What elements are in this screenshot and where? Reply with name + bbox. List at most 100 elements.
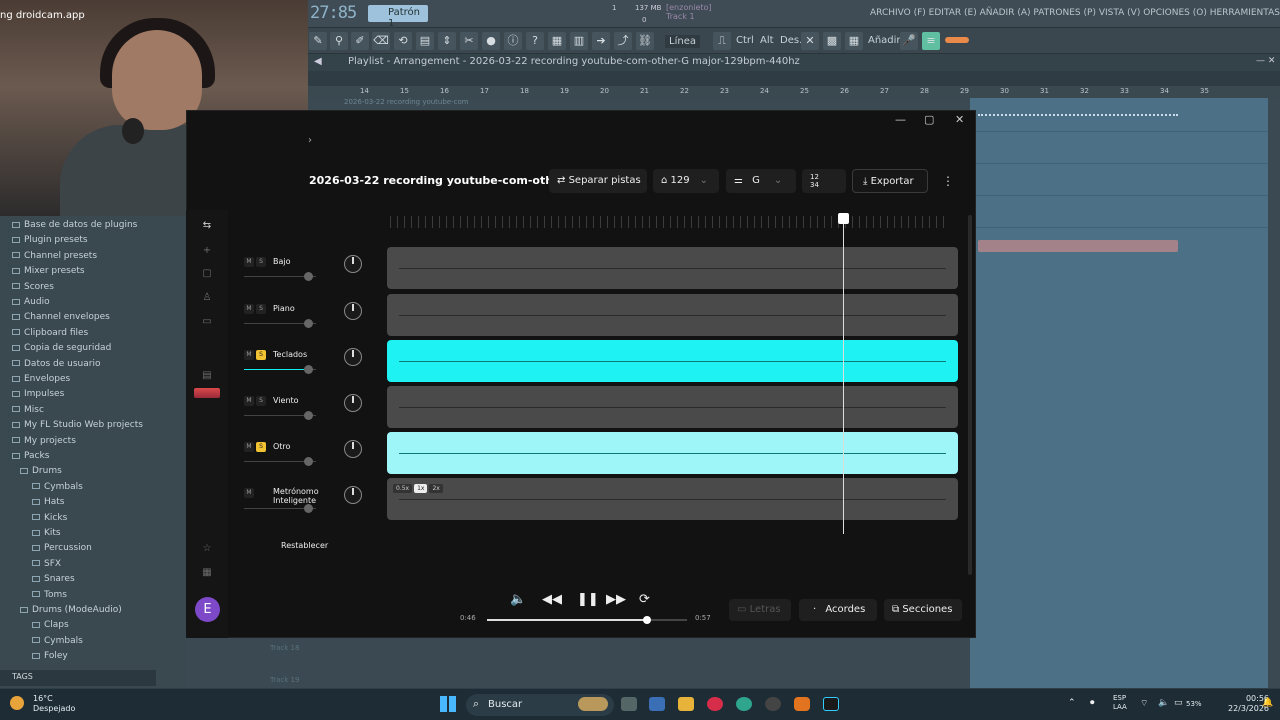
volume-slider-thumb[interactable] xyxy=(304,457,313,466)
expand-chevron-icon[interactable]: › xyxy=(308,135,312,146)
browser-item[interactable]: Scores xyxy=(12,282,54,297)
track-lane[interactable] xyxy=(970,204,1268,228)
add-button[interactable]: Añadir xyxy=(868,35,901,46)
track-lane[interactable] xyxy=(970,172,1268,196)
mute-button[interactable]: M xyxy=(244,442,254,452)
doc-icon[interactable]: ▤ xyxy=(199,370,215,384)
tray-chevron-icon[interactable]: ⌃ xyxy=(1068,698,1076,708)
browser-item[interactable]: Mixer presets xyxy=(12,266,85,281)
task-view-icon[interactable] xyxy=(621,697,637,711)
track-waveform-lane[interactable] xyxy=(387,386,958,428)
export-button[interactable]: ⤓ Exportar xyxy=(852,169,928,193)
pattern-selector[interactable]: Patrón 1 xyxy=(368,5,428,29)
stem-app-icon[interactable] xyxy=(823,697,839,711)
fast-forward-icon[interactable]: ▶▶ xyxy=(606,592,626,607)
fl-studio-icon[interactable] xyxy=(794,697,810,711)
volume-slider-thumb[interactable] xyxy=(304,504,313,513)
audio-clip[interactable] xyxy=(978,114,1178,124)
browser-item[interactable]: Copia de seguridad xyxy=(12,343,111,358)
search-highlight-icon[interactable] xyxy=(578,697,608,711)
volume-slider-thumb[interactable] xyxy=(304,272,313,281)
time-signature-selector[interactable]: 12 34 xyxy=(802,169,846,193)
weather-widget[interactable]: 16°C Despejado xyxy=(33,694,75,714)
line-mode-select[interactable]: Línea xyxy=(665,35,700,48)
solo-button[interactable]: S xyxy=(256,350,266,360)
volume-slider[interactable] xyxy=(244,411,316,420)
alt-toggle[interactable]: Alt xyxy=(760,35,774,46)
volume-slider[interactable] xyxy=(244,504,316,513)
volume-slider-thumb[interactable] xyxy=(304,365,313,374)
browser-item[interactable]: Drums xyxy=(20,466,62,481)
browser-item[interactable]: Datos de usuario xyxy=(12,359,100,374)
tool-icon-15[interactable]: ⤴ xyxy=(614,32,632,50)
browser-item[interactable]: Impulses xyxy=(12,389,64,404)
tool-icon-9[interactable]: ● xyxy=(482,32,500,50)
tool-icon-5[interactable]: ⟲ xyxy=(394,32,412,50)
browser-item[interactable]: Audio xyxy=(12,297,50,312)
solo-button[interactable]: S xyxy=(256,304,266,314)
tool-icon-1[interactable]: ✎ xyxy=(309,32,327,50)
speaker-icon[interactable]: ◀ xyxy=(314,56,322,67)
grid2-icon[interactable]: ▦ xyxy=(845,32,863,50)
app-icon-red[interactable] xyxy=(707,697,723,711)
browser-item[interactable]: Envelopes xyxy=(12,374,70,389)
solo-button[interactable]: S xyxy=(256,442,266,452)
browser-item[interactable]: Packs xyxy=(12,451,49,466)
main-menu[interactable]: ARCHIVO (F) EDITAR (E) AÑADIR (A) PATRON… xyxy=(870,8,1280,18)
mixer-icon[interactable]: ≡ xyxy=(922,32,940,50)
app-icon-gray[interactable] xyxy=(765,697,781,711)
solo-button[interactable]: S xyxy=(256,257,266,267)
track-waveform-lane[interactable] xyxy=(387,247,958,289)
tool-icon-7[interactable]: ⇕ xyxy=(438,32,456,50)
volume-slider[interactable] xyxy=(244,457,316,466)
scrollbar[interactable] xyxy=(968,215,972,575)
playhead-handle[interactable] xyxy=(838,213,849,224)
tool-icon-10[interactable]: ⓘ xyxy=(504,32,522,50)
browser-item[interactable]: Toms xyxy=(32,590,67,605)
mute-button[interactable]: M xyxy=(244,257,254,267)
browser-item[interactable]: Percussion xyxy=(32,543,92,558)
pause-icon[interactable]: ❚❚ xyxy=(577,592,599,607)
speed-selector[interactable]: 0.5x 1x 2x xyxy=(393,484,445,493)
language-indicator[interactable]: ESP LAA xyxy=(1113,694,1127,712)
minimize-icon[interactable]: — xyxy=(895,113,906,126)
volume-slider-thumb[interactable] xyxy=(304,319,313,328)
browser-item[interactable]: Kits xyxy=(32,528,61,543)
browser-item[interactable]: Plugin presets xyxy=(12,235,88,250)
volume-tray-icon[interactable]: 🔈 xyxy=(1158,698,1169,708)
tool-icon-11[interactable]: ? xyxy=(526,32,544,50)
track-waveform-lane[interactable] xyxy=(387,294,958,336)
browser-item[interactable]: Hats xyxy=(32,497,65,512)
file-explorer-icon[interactable] xyxy=(678,697,694,711)
timeline-overview[interactable] xyxy=(390,212,955,230)
notification-icon[interactable]: 🔔 xyxy=(1262,698,1273,708)
browser-item[interactable]: Claps xyxy=(32,620,69,635)
mute-button[interactable]: M xyxy=(244,488,254,498)
solo-button[interactable]: S xyxy=(256,396,266,406)
browser-item[interactable]: My projects xyxy=(12,436,76,451)
tool-icon-8[interactable]: ✂ xyxy=(460,32,478,50)
tool-icon-14[interactable]: ➔ xyxy=(592,32,610,50)
lyrics-button[interactable]: ▭ Letras xyxy=(729,599,791,621)
pan-knob[interactable] xyxy=(344,348,362,366)
wifi-icon[interactable]: ⌔ xyxy=(1140,698,1148,709)
browser-item[interactable]: My FL Studio Web projects xyxy=(12,420,143,435)
maximize-icon[interactable]: ▢ xyxy=(924,113,934,126)
volume-slider[interactable] xyxy=(244,365,316,374)
browser-item[interactable]: Kicks xyxy=(32,513,67,528)
windows-start-icon[interactable] xyxy=(440,696,456,712)
track-waveform-lane[interactable] xyxy=(387,340,958,382)
rewind-icon[interactable]: ◀◀ xyxy=(542,592,562,607)
volume-slider-thumb[interactable] xyxy=(304,411,313,420)
tool-icon-4[interactable]: ⌫ xyxy=(372,32,390,50)
more-options-icon[interactable]: ⋮ xyxy=(942,174,954,188)
mute-button[interactable]: M xyxy=(244,396,254,406)
add-icon[interactable]: + xyxy=(199,245,215,259)
tool-icon-3[interactable]: ✐ xyxy=(351,32,369,50)
sections-button[interactable]: ⧉ Secciones xyxy=(884,599,962,621)
browser-item[interactable]: Channel presets xyxy=(12,251,97,266)
ctrl-toggle[interactable]: Ctrl xyxy=(736,35,754,46)
grid-icon[interactable]: ▩ xyxy=(823,32,841,50)
browser-item[interactable]: Cymbals xyxy=(32,482,83,497)
star-icon[interactable]: ☆ xyxy=(199,543,215,557)
